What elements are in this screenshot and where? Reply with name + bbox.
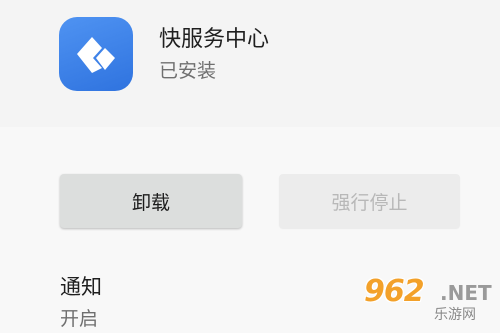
- app-header: 快服务中心 已安装: [0, 0, 500, 127]
- watermark-number: 962: [364, 274, 425, 309]
- force-stop-button[interactable]: 强行停止: [279, 174, 460, 228]
- kuai-service-logo-icon: [77, 37, 115, 73]
- watermark-domain: .NET: [440, 281, 492, 305]
- app-install-status: 已安装: [159, 60, 217, 82]
- site-watermark: 962 .NET 乐游网: [362, 275, 498, 329]
- watermark-label: 乐游网: [434, 307, 476, 323]
- uninstall-button[interactable]: 卸载: [60, 174, 242, 228]
- notification-setting-title[interactable]: 通知: [60, 273, 102, 301]
- notification-setting-value: 开启: [60, 308, 99, 330]
- app-name: 快服务中心: [159, 27, 270, 52]
- app-icon: [59, 17, 133, 91]
